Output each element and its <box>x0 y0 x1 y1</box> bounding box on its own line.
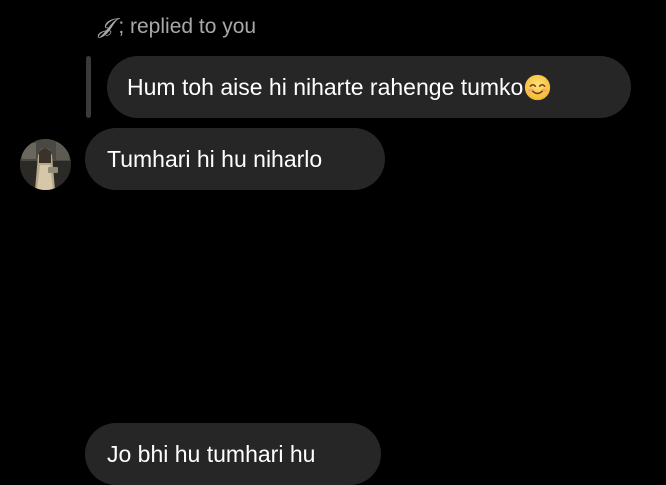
profile-photo <box>20 139 71 190</box>
message-bubble[interactable]: Jo bhi hu tumhari hu <box>85 423 381 485</box>
reply-sender-name: 𝓙 <box>98 14 113 38</box>
quoted-message-text: Hum toh aise hi niharte rahenge tumko <box>127 73 524 100</box>
reply-header: 𝓙 ; replied to you <box>98 14 256 39</box>
quoted-message-bubble[interactable]: Hum toh aise hi niharte rahenge tumko <box>107 56 631 118</box>
message-bubble[interactable]: Tumhari hi hu niharlo <box>85 128 385 190</box>
reply-indicator-bar <box>86 56 91 118</box>
reply-header-text: ; replied to you <box>118 15 257 38</box>
avatar[interactable] <box>20 139 71 190</box>
smiling-face-icon <box>525 74 551 100</box>
message-text: Tumhari hi hu niharlo <box>107 145 323 172</box>
message-text: Jo bhi hu tumhari hu <box>107 440 316 467</box>
